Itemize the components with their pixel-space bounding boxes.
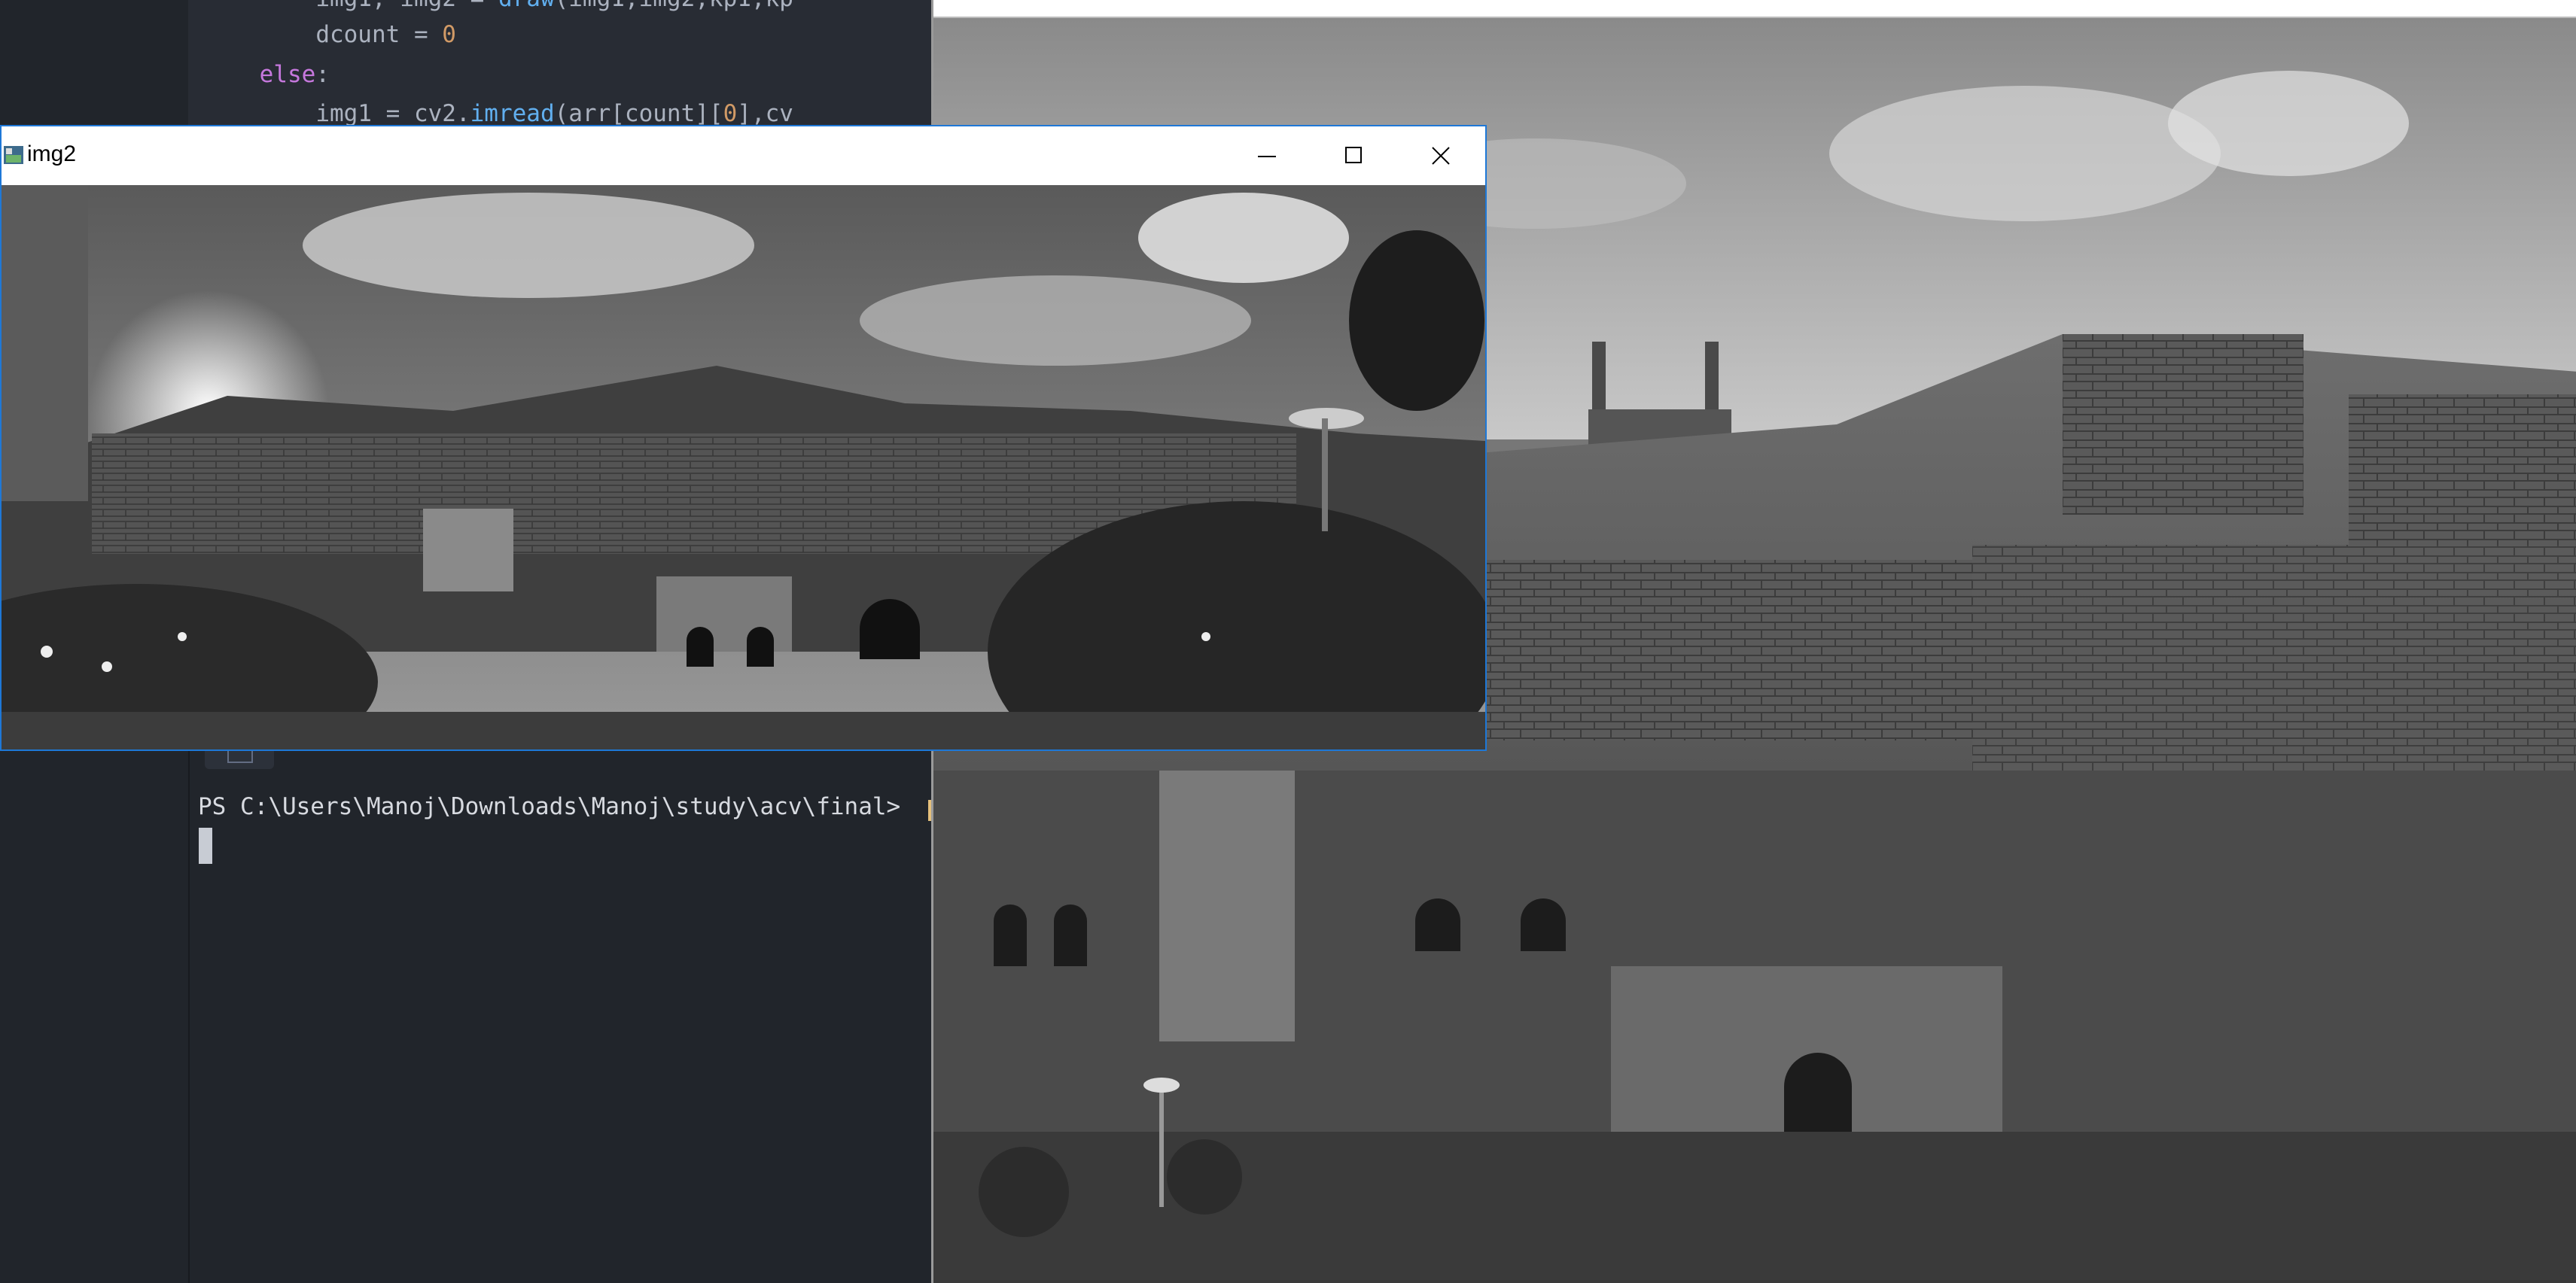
app-icon xyxy=(4,146,23,164)
fort-photo-panorama xyxy=(2,185,1485,749)
code-line: img1, img2 = draw(img1,img2,kp1,kp xyxy=(203,0,793,12)
code-line: dcount = 0 xyxy=(315,21,456,48)
terminal-cursor xyxy=(199,828,212,864)
terminal-prompt: PS C:\Users\Manoj\Downloads\Manoj\study\… xyxy=(198,793,901,820)
img2-titlebar[interactable]: img2 xyxy=(2,126,1485,185)
minimize-button[interactable] xyxy=(1225,126,1311,185)
window-title: img2 xyxy=(27,141,77,166)
code-line: img1 = cv2.imread(arr[count][0],cv xyxy=(315,100,793,127)
maximize-icon xyxy=(1345,147,1362,163)
minimize-icon xyxy=(1258,156,1276,157)
img2-window[interactable]: img2 xyxy=(0,125,1487,751)
close-button[interactable] xyxy=(1398,126,1484,185)
code-line: else: xyxy=(259,61,330,88)
img1-titlebar[interactable] xyxy=(933,0,2576,18)
close-icon xyxy=(1432,147,1450,165)
maximize-button[interactable] xyxy=(1311,126,1398,185)
